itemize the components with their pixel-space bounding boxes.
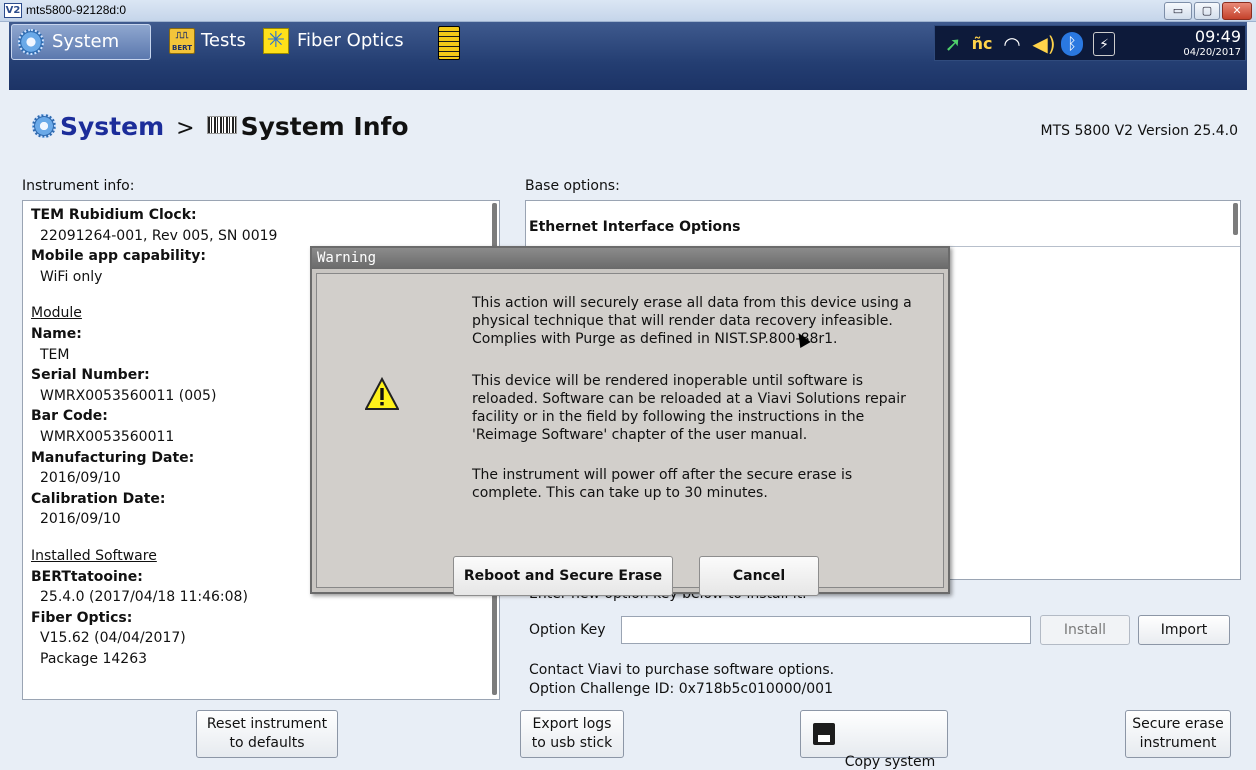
maximize-button[interactable]: ▢ [1194,2,1220,20]
status-tray: ➚ ñc ◠ ◀) ᛒ ⚡ 09:49 04/20/2017 [934,25,1246,61]
bert-icon: ⎍⎍ BERT [169,28,195,54]
viavi-logo-icon: V2 [4,3,22,18]
export-logs-button[interactable]: Export logs to usb stick [520,710,624,758]
dialog-body: This action will securely erase all data… [316,273,944,596]
warning-dialog: Warning This action will securely erase … [310,246,950,596]
floppy-disk-icon [813,723,835,745]
tab-system-label: System [52,31,120,52]
breadcrumb-separator: > [176,116,195,141]
wifi-icon[interactable]: ◠ [997,32,1027,56]
rubidium-value: 22091264-001, Rev 005, SN 0019 [40,227,278,244]
fiber-version: V15.62 (04/04/2017) [40,630,186,647]
copy-system-info-button[interactable]: Copy system info to file [800,710,948,770]
contact-text: Contact Viavi to purchase software optio… [529,662,835,678]
breadcrumb: System > System Info [32,112,409,148]
battery-icon: ⚡ [1093,32,1115,56]
instrument-info-label: Instrument info: [22,178,135,194]
reboot-secure-erase-button[interactable]: Reboot and Secure Erase [453,556,673,596]
option-challenge-id: Option Challenge ID: 0x718b5c010000/001 [529,681,833,697]
copy-system-info-label: Copy system info to file [844,754,936,770]
app-top-bar: System ⎍⎍ BERT Tests ✳ Fiber Optics ➚ ñc… [9,22,1247,90]
secure-erase-button[interactable]: Secure erase instrument [1125,710,1231,758]
clock-time: 09:49 [1194,27,1241,46]
tab-tests[interactable]: ⎍⎍ BERT Tests [169,24,265,60]
close-window-button[interactable]: ✕ [1222,2,1252,20]
fiber-package: Package 14263 [40,650,148,667]
notepad-icon[interactable] [438,26,460,60]
barcode-icon [206,116,237,134]
option-key-label: Option Key [529,622,606,638]
tab-tests-label: Tests [201,30,246,51]
gear-icon [32,114,56,138]
minimize-button[interactable]: ▭ [1164,2,1192,20]
cancel-button[interactable]: Cancel [699,556,819,596]
dialog-paragraph-3: The instrument will power off after the … [472,467,853,501]
ethernet-options-heading: Ethernet Interface Options [529,219,741,235]
window-title: mts5800-92128d:0 [26,3,127,17]
dialog-title: Warning [312,248,948,269]
version-label: MTS 5800 V2 Version 25.4.0 [1040,123,1238,139]
reset-instrument-button[interactable]: Reset instrument to defaults [196,710,338,758]
install-button[interactable]: Install [1040,615,1130,645]
warning-icon [365,377,399,410]
base-options-label: Base options: [525,178,620,194]
tab-fiber-optics-label: Fiber Optics [297,30,404,51]
sync-icon[interactable]: ➚ [939,32,967,56]
breadcrumb-system[interactable]: System [60,112,164,141]
base-options-scrollbar[interactable] [1233,203,1238,235]
nc-icon[interactable]: ñc [969,32,995,56]
tab-fiber-optics[interactable]: ✳ Fiber Optics [263,24,423,60]
volume-icon[interactable]: ◀) [1029,32,1059,56]
tab-system[interactable]: System [11,24,151,60]
page-title: System Info [240,112,409,141]
gear-icon [18,29,44,55]
dialog-paragraph-2: This device will be rendered inoperable … [472,373,906,443]
clock-date: 04/20/2017 [1183,47,1241,58]
bluetooth-icon[interactable]: ᛒ [1061,32,1083,56]
option-key-input[interactable] [621,616,1031,644]
rubidium-heading: TEM Rubidium Clock: [31,207,197,223]
fiber-heading: Fiber Optics: [31,609,133,626]
fiber-optics-icon: ✳ [263,28,289,54]
dialog-paragraph-1: This action will securely erase all data… [472,295,912,347]
import-button[interactable]: Import [1138,615,1230,645]
window-titlebar: V2 mts5800-92128d:0 ▭ ▢ ✕ [0,0,1256,22]
